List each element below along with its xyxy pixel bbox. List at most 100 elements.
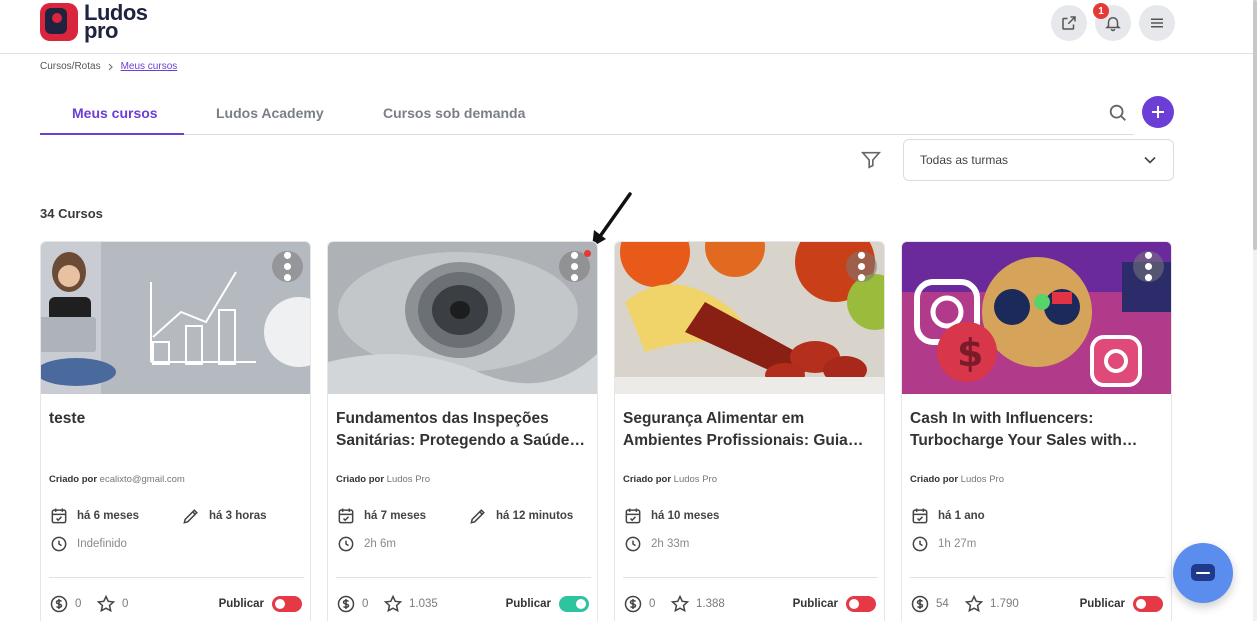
edited-date: há 3 horas (181, 506, 267, 526)
notification-count-badge: 1 (1093, 3, 1109, 19)
publish-control: Publicar (506, 596, 589, 612)
creator-name: ecalixto@gmail.com (99, 474, 185, 485)
course-card[interactable]: $ Cash In with Influencers: Turbocharge … (901, 241, 1172, 621)
publish-control: Publicar (219, 596, 302, 612)
scrollbar-thumb[interactable] (1253, 0, 1257, 250)
more-vertical-icon (1144, 251, 1153, 282)
chevron-right-icon (108, 63, 113, 70)
created-text: há 6 meses (77, 510, 140, 522)
course-creator: Criado por Ludos Pro (910, 474, 1004, 485)
ludos-pro-logo[interactable]: Ludos pro (40, 2, 148, 42)
created-text: há 1 ano (938, 510, 985, 522)
course-rating: 0 (96, 594, 128, 614)
creator-label: Criado por (49, 474, 98, 485)
creator-name: Ludos Pro (386, 474, 430, 485)
breadcrumb-current[interactable]: Meus cursos (121, 61, 178, 72)
publish-label: Publicar (1079, 598, 1125, 610)
course-rating: 1.035 (383, 594, 438, 614)
course-duration: Indefinido (49, 534, 127, 554)
card-divider (336, 577, 591, 578)
publish-control: Publicar (793, 596, 876, 612)
course-title[interactable]: Segurança Alimentar em Ambientes Profiss… (623, 408, 878, 452)
clock-icon (625, 536, 641, 552)
course-card[interactable]: Fundamentos das Inspeções Sanitárias: Pr… (327, 241, 598, 621)
duration-text: 2h 33m (651, 538, 690, 550)
pencil-icon (183, 509, 198, 524)
menu-button[interactable] (1139, 5, 1175, 41)
filter-icon[interactable] (860, 149, 882, 171)
publish-toggle[interactable] (846, 596, 876, 612)
class-filter-select[interactable]: Todas as turmas (903, 139, 1174, 181)
course-duration: 2h 6m (336, 534, 396, 554)
duration-text: 1h 27m (938, 538, 977, 550)
edited-text: há 3 horas (209, 510, 267, 522)
course-count: 34 Cursos (40, 206, 103, 221)
card-options-button[interactable] (846, 251, 877, 282)
card-divider (910, 577, 1165, 578)
course-thumbnail[interactable] (615, 242, 884, 394)
course-thumbnail[interactable]: $ (902, 242, 1171, 394)
publish-toggle[interactable] (1133, 596, 1163, 612)
edited-text: há 12 minutos (496, 510, 574, 522)
add-course-button[interactable] (1142, 96, 1174, 128)
course-card[interactable]: teste Criado por ecalixto@gmail.com há 6… (40, 241, 311, 621)
support-chat-button[interactable] (1173, 543, 1233, 603)
duration-text: Indefinido (77, 538, 127, 550)
price-text: 54 (936, 598, 949, 610)
active-tab-indicator (40, 133, 184, 135)
course-price: 54 (910, 594, 949, 614)
rating-text: 1.035 (409, 598, 438, 610)
created-date: há 1 ano (910, 506, 985, 526)
publish-label: Publicar (505, 598, 551, 610)
breadcrumb: Cursos/Rotas Meus cursos (40, 61, 177, 72)
dollar-circle-icon (50, 595, 68, 613)
card-divider (49, 577, 304, 578)
publish-toggle[interactable] (559, 596, 589, 612)
course-tabs: Meus cursos Ludos Academy Cursos sob dem… (40, 98, 1134, 135)
edited-date: há 12 minutos (468, 506, 573, 526)
tab-ludos-academy[interactable]: Ludos Academy (216, 105, 324, 121)
pencil-icon (470, 509, 485, 524)
publish-label: Publicar (792, 598, 838, 610)
rating-text: 1.388 (696, 598, 725, 610)
publish-toggle[interactable] (272, 596, 302, 612)
card-options-button[interactable] (1133, 251, 1164, 282)
course-thumbnail[interactable] (41, 242, 310, 394)
page-scrollbar[interactable] (1253, 0, 1257, 621)
course-duration: 1h 27m (910, 534, 976, 554)
class-filter-value: Todas as turmas (920, 153, 1009, 167)
creator-label: Criado por (910, 474, 959, 485)
price-text: 0 (649, 598, 656, 610)
price-text: 0 (75, 598, 82, 610)
course-card[interactable]: Segurança Alimentar em Ambientes Profiss… (614, 241, 885, 621)
breadcrumb-parent[interactable]: Cursos/Rotas (40, 61, 101, 72)
tab-meus-cursos[interactable]: Meus cursos (72, 105, 158, 121)
duration-text: 2h 6m (364, 538, 396, 550)
external-link-button[interactable] (1051, 5, 1087, 41)
course-price: 0 (49, 594, 81, 614)
creator-name: Ludos Pro (673, 474, 717, 485)
plus-icon (1152, 106, 1164, 118)
course-title[interactable]: Cash In with Influencers: Turbocharge Yo… (910, 408, 1165, 452)
tab-cursos-sob-demanda[interactable]: Cursos sob demanda (383, 105, 525, 121)
course-thumbnail[interactable] (328, 242, 597, 394)
created-date: há 10 meses (623, 506, 719, 526)
notifications-button[interactable]: 1 (1093, 3, 1131, 41)
publish-label: Publicar (218, 598, 264, 610)
course-rating: 1.388 (670, 594, 725, 614)
created-text: há 7 meses (364, 510, 427, 522)
search-icon[interactable] (1107, 102, 1129, 124)
card-divider (623, 577, 878, 578)
course-title[interactable]: teste (49, 408, 304, 430)
dollar-circle-icon (337, 595, 355, 613)
clock-icon (51, 536, 67, 552)
course-title[interactable]: Fundamentos das Inspeções Sanitárias: Pr… (336, 408, 591, 452)
logo-mark-icon (40, 3, 78, 41)
course-creator: Criado por Ludos Pro (336, 474, 430, 485)
card-options-button[interactable] (272, 251, 303, 282)
course-duration: 2h 33m (623, 534, 689, 554)
top-bar: Ludos pro 1 (0, 0, 1257, 54)
star-icon (96, 594, 116, 613)
hamburger-icon (1151, 18, 1163, 28)
publish-control: Publicar (1080, 596, 1163, 612)
